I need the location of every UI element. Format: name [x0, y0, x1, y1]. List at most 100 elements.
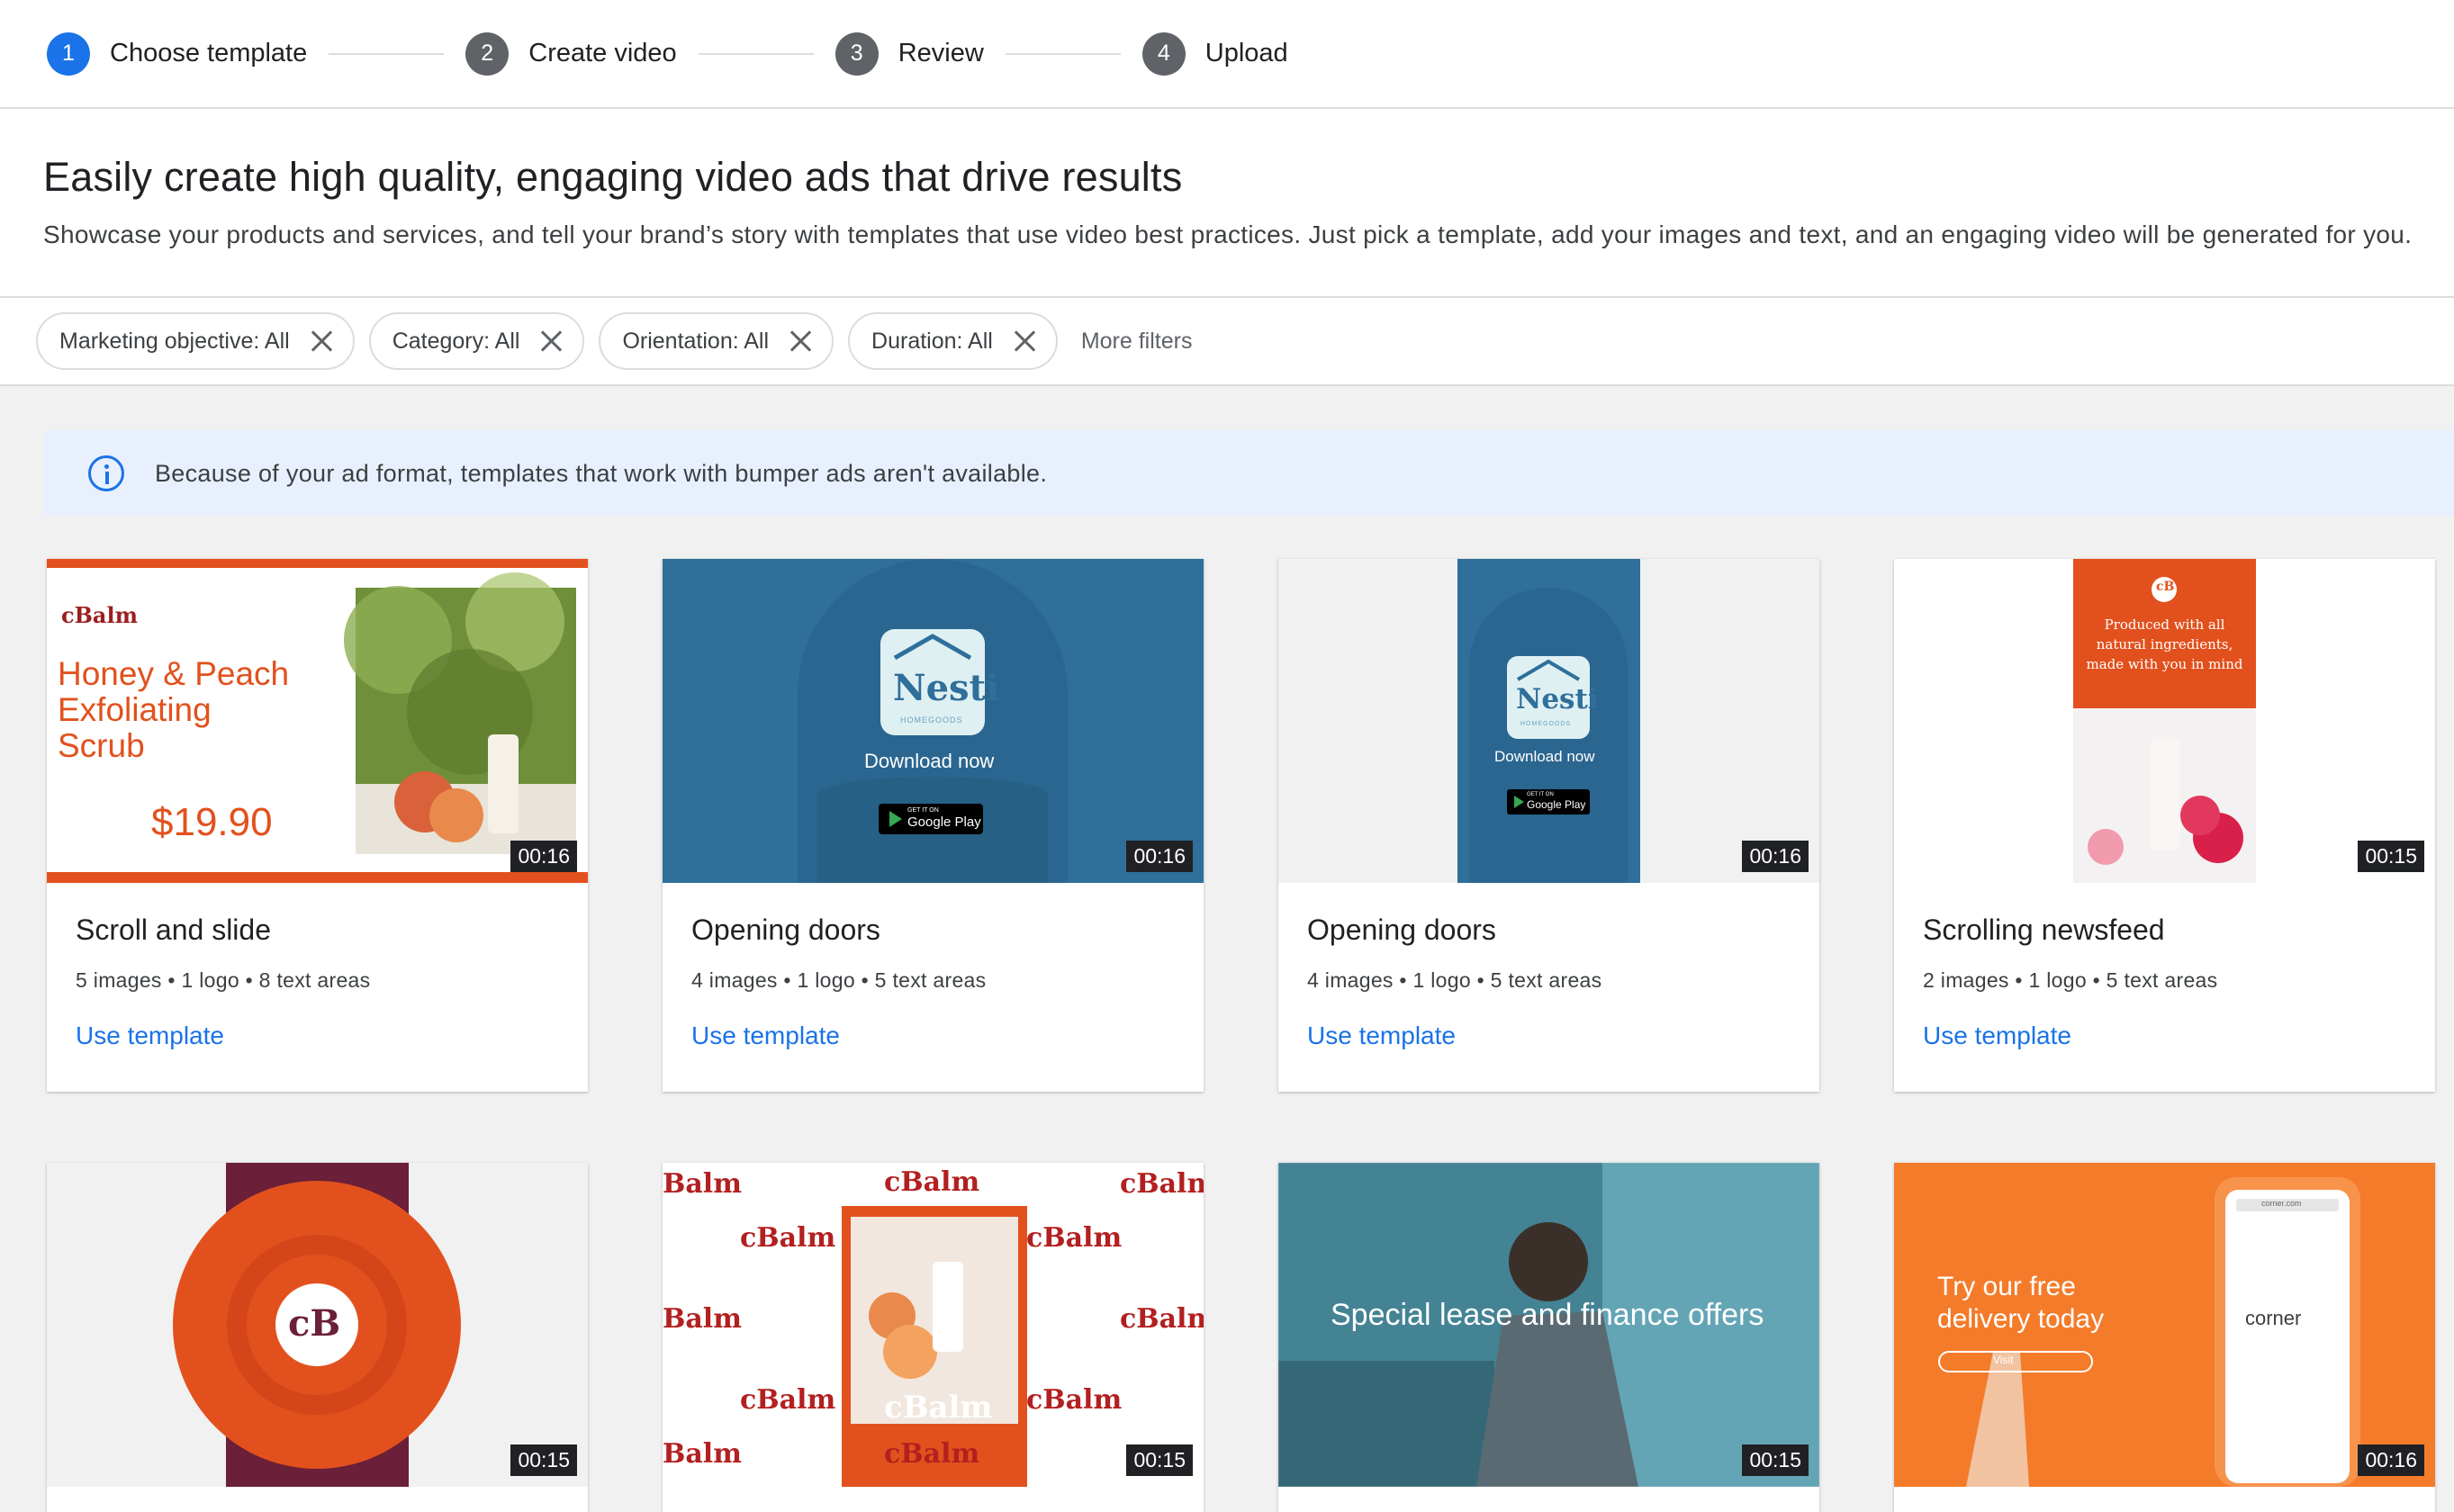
chip-label: Orientation: All [622, 328, 770, 354]
chip-label: Category: All [392, 328, 520, 354]
thumb-cta: Download now [864, 750, 995, 772]
use-template-link[interactable]: Use template [76, 1022, 224, 1050]
thumb-headline-line: Scrub [58, 727, 145, 764]
use-template-link[interactable]: Use template [1923, 1022, 2071, 1050]
step-number: 4 [1141, 32, 1186, 76]
tagline-line: Produced with all [2104, 616, 2225, 633]
close-icon[interactable] [539, 329, 563, 353]
template-card[interactable]: cB 00:15 [47, 1163, 588, 1512]
template-thumbnail[interactable]: Try our free delivery today Visit corner… [1894, 1163, 2435, 1487]
duration-badge: 00:16 [510, 841, 577, 872]
template-thumbnail[interactable]: Balm cBalm cBaln cBalm cBalm Balm cBaln … [663, 1163, 1204, 1487]
brand-logo: cBalm [884, 1390, 993, 1426]
thumb-headline: Try our free delivery today [1937, 1271, 2104, 1336]
step-create-video[interactable]: 2 Create video [465, 32, 677, 76]
chip-label: Marketing objective: All [59, 328, 290, 354]
nesti-logo: Nesti [893, 667, 1000, 709]
step-upload[interactable]: 4 Upload [1141, 32, 1288, 76]
step-choose-template[interactable]: 1 Choose template [47, 32, 307, 76]
template-card[interactable]: Nesti HOMEGOODS Download now GET IT ON G… [663, 559, 1204, 1092]
card-title: Scrolling newsfeed [1923, 914, 2165, 946]
template-card[interactable]: cBalm Honey & Peach Exfoliating Scrub $1… [47, 559, 588, 1092]
filter-chip-duration[interactable]: Duration: All [848, 312, 1058, 370]
filter-chip-orientation[interactable]: Orientation: All [599, 312, 835, 370]
step-label: Review [898, 39, 984, 68]
template-card[interactable]: Balm cBalm cBaln cBalm cBalm Balm cBaln … [663, 1163, 1204, 1512]
thumb-headline: Honey & Peach Exfoliating Scrub [58, 656, 289, 764]
step-connector [329, 52, 445, 55]
thumb-cta: Download now [1494, 748, 1595, 765]
template-thumbnail[interactable]: cBalm Honey & Peach Exfoliating Scrub $1… [47, 559, 588, 883]
info-banner: Because of your ad format, templates tha… [43, 430, 2454, 517]
step-number: 2 [465, 32, 510, 76]
brand-logo: Balm [663, 1168, 742, 1200]
brand-logo: cBalm [1026, 1384, 1123, 1416]
thumb-headline-line: delivery today [1937, 1304, 2105, 1334]
duration-badge: 00:15 [1742, 1444, 1809, 1476]
template-thumbnail[interactable]: cB 00:15 [47, 1163, 588, 1487]
duration-badge: 00:16 [1126, 841, 1193, 872]
step-connector [1005, 52, 1121, 55]
duration-badge: 00:16 [1742, 841, 1809, 872]
banner-text: Because of your ad format, templates tha… [155, 459, 1048, 487]
use-template-link[interactable]: Use template [691, 1022, 840, 1050]
brand-logo: cBalm [740, 1384, 836, 1416]
step-label: Upload [1204, 39, 1288, 68]
tagline-line: made with you in mind [2086, 656, 2243, 672]
thumb-headline-line: Exfoliating [58, 691, 212, 728]
template-thumbnail[interactable]: Special lease and finance offers 00:15 [1278, 1163, 1819, 1487]
tagline-line: natural ingredients, [2096, 636, 2233, 652]
step-connector [698, 52, 814, 55]
use-template-link[interactable]: Use template [1307, 1022, 1456, 1050]
brand-logo: cBaln [1120, 1168, 1204, 1200]
filter-chip-marketing-objective[interactable]: Marketing objective: All [36, 312, 355, 370]
card-meta: 5 images • 1 logo • 8 text areas [76, 968, 371, 992]
thumb-price: $19.90 [151, 800, 273, 844]
thumb-headline: Special lease and finance offers [1331, 1298, 1764, 1332]
thumb-headline-line: Honey & Peach [58, 655, 290, 692]
template-card[interactable]: Nesti HOMEGOODS Download now GET IT ON G… [1278, 559, 1819, 1092]
close-icon[interactable] [310, 329, 333, 353]
page-subtitle: Showcase your products and services, and… [43, 220, 2413, 248]
info-icon [88, 455, 124, 491]
step-label: Choose template [110, 39, 308, 68]
brand-logo: cBalm [884, 1438, 980, 1470]
template-thumbnail[interactable]: Nesti HOMEGOODS Download now GET IT ON G… [663, 559, 1204, 883]
step-label: Create video [528, 39, 677, 68]
corner-logo: corner [2245, 1307, 2302, 1329]
thumbnail-art [1894, 559, 2435, 883]
brand-logo: Balm [663, 1438, 742, 1470]
nesti-logo: Nesti [1516, 683, 1599, 716]
card-meta: 4 images • 1 logo • 5 text areas [1307, 968, 1602, 992]
duration-badge: 00:15 [510, 1444, 577, 1476]
brand-logo: cBalm [884, 1166, 980, 1198]
store-small-text: GET IT ON [907, 807, 939, 814]
page-title: Easily create high quality, engaging vid… [43, 154, 1183, 200]
step-review[interactable]: 3 Review [835, 32, 984, 76]
brand-badge: cB [2156, 580, 2175, 594]
google-play-badge: Google Play [907, 814, 981, 830]
filter-bar: Marketing objective: All Category: All O… [0, 298, 2454, 386]
duration-badge: 00:15 [2358, 841, 2424, 872]
chip-label: Duration: All [871, 328, 993, 354]
logo-subtext: HOMEGOODS [1520, 721, 1572, 727]
more-filters-button[interactable]: More filters [1081, 328, 1193, 355]
close-icon[interactable] [1013, 329, 1036, 353]
filter-chip-category[interactable]: Category: All [368, 312, 585, 370]
template-card[interactable]: cB Produced with all natural ingredients… [1894, 559, 2435, 1092]
template-card[interactable]: Special lease and finance offers 00:15 [1278, 1163, 1819, 1512]
brand-logo: cBalm [1026, 1222, 1123, 1254]
step-number: 3 [835, 32, 879, 76]
card-meta: 2 images • 1 logo • 5 text areas [1923, 968, 2218, 992]
template-thumbnail[interactable]: cB Produced with all natural ingredients… [1894, 559, 2435, 883]
template-thumbnail[interactable]: Nesti HOMEGOODS Download now GET IT ON G… [1278, 559, 1819, 883]
card-meta: 4 images • 1 logo • 5 text areas [691, 968, 987, 992]
page-header: Easily create high quality, engaging vid… [0, 109, 2454, 298]
brand-logo: Balm [663, 1303, 742, 1335]
card-title: Opening doors [1307, 914, 1496, 946]
logo-subtext: HOMEGOODS [900, 716, 963, 724]
duration-badge: 00:16 [2358, 1444, 2424, 1476]
thumb-tagline: Produced with all natural ingredients, m… [2073, 615, 2256, 674]
template-card[interactable]: Try our free delivery today Visit corner… [1894, 1163, 2435, 1512]
close-icon[interactable] [789, 329, 812, 353]
